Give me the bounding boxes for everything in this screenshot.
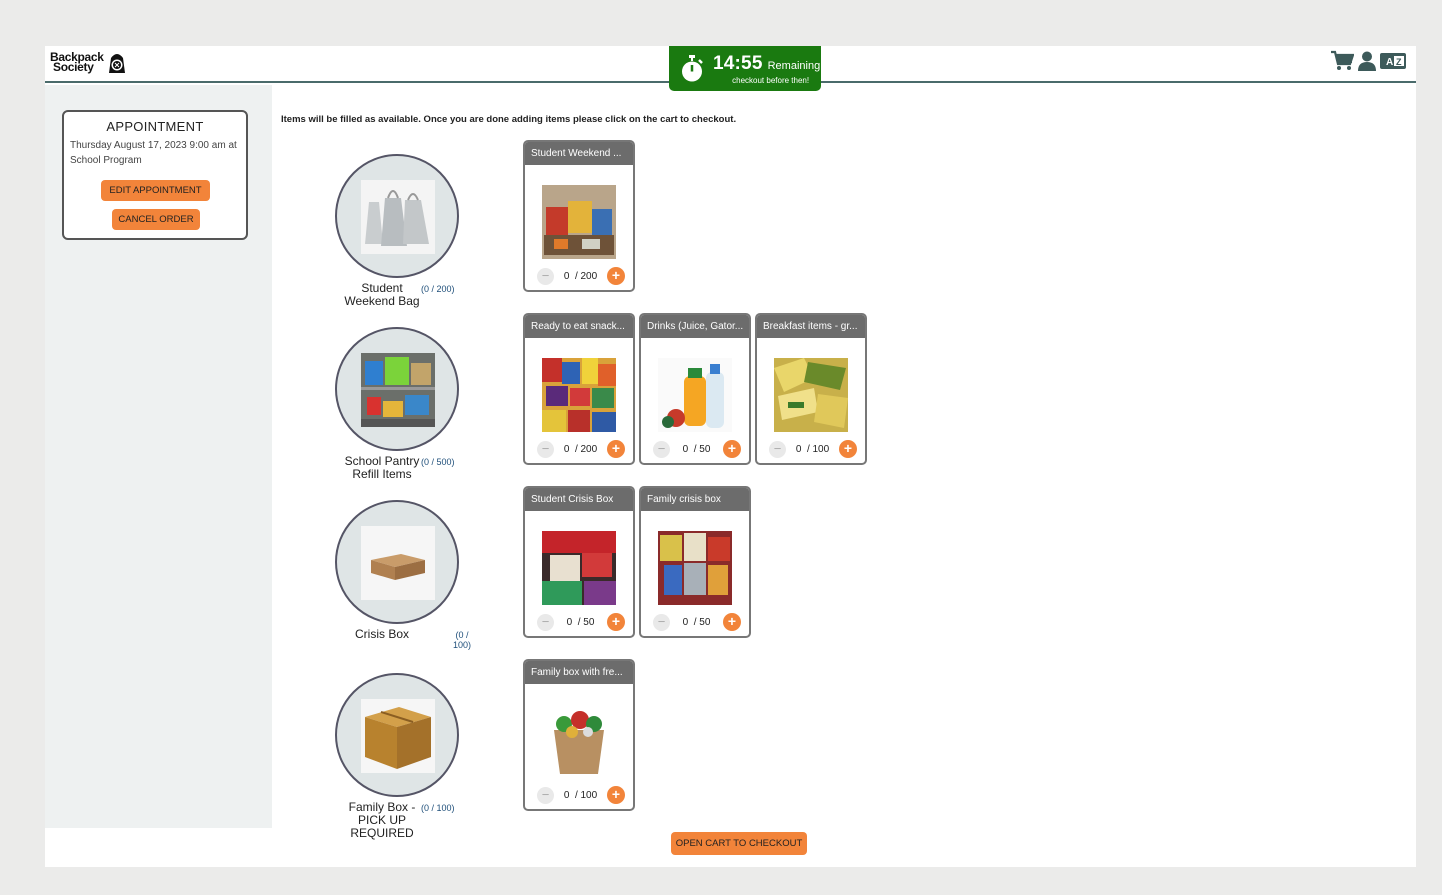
increment-button[interactable]: + bbox=[607, 440, 625, 458]
backpack-logo-icon bbox=[108, 54, 125, 73]
category-label: Student Weekend Bag bbox=[344, 281, 420, 308]
item-card[interactable]: Ready to eat snack... − 0 / 200 + bbox=[523, 313, 635, 465]
category-image[interactable] bbox=[335, 673, 459, 797]
category-count: (0 / 100) bbox=[453, 630, 472, 650]
item-card[interactable]: Student Weekend ... − 0 / 200 + bbox=[523, 140, 635, 292]
decrement-button[interactable]: − bbox=[769, 440, 786, 458]
svg-text:Z: Z bbox=[1396, 57, 1402, 67]
quantity-control: − 0 / 50 + bbox=[653, 613, 741, 631]
item-title: Family box with fre... bbox=[525, 661, 633, 684]
timer-subtitle: checkout before then! bbox=[732, 75, 810, 85]
decrement-button[interactable]: − bbox=[537, 267, 554, 285]
header-icons: A Z bbox=[1330, 50, 1406, 72]
decrement-button[interactable]: − bbox=[537, 440, 554, 458]
category-label: Family Box - PICK UP REQUIRED bbox=[348, 800, 416, 840]
increment-button[interactable]: + bbox=[723, 440, 741, 458]
increment-button[interactable]: + bbox=[839, 440, 857, 458]
item-image bbox=[542, 704, 616, 778]
logo-text: Backpack Society bbox=[50, 51, 104, 73]
decrement-button[interactable]: − bbox=[537, 786, 554, 804]
item-card[interactable]: Drinks (Juice, Gator... − 0 / 50 + bbox=[639, 313, 751, 465]
quantity-value: 0 / 50 bbox=[682, 443, 711, 455]
quantity-control: − 0 / 200 + bbox=[537, 267, 625, 285]
quantity-control: − 0 / 200 + bbox=[537, 440, 625, 458]
cart-icon bbox=[1331, 50, 1354, 70]
category-count: (0 / 500) bbox=[421, 457, 455, 467]
decrement-button[interactable]: − bbox=[653, 440, 670, 458]
quantity-value: 0 / 100 bbox=[563, 789, 598, 801]
category-count: (0 / 100) bbox=[421, 803, 455, 813]
item-title: Ready to eat snack... bbox=[525, 315, 633, 338]
increment-button[interactable]: + bbox=[723, 613, 741, 631]
category-label: School Pantry Refill Items bbox=[344, 454, 420, 481]
item-image bbox=[542, 531, 616, 605]
item-title: Student Weekend ... bbox=[525, 142, 633, 165]
category-image[interactable] bbox=[335, 500, 459, 624]
category-image[interactable] bbox=[335, 154, 459, 278]
category-count: (0 / 200) bbox=[421, 284, 455, 294]
increment-button[interactable]: + bbox=[607, 786, 625, 804]
countdown-timer: 14:55 Remaining checkout before then! bbox=[669, 46, 821, 91]
increment-button[interactable]: + bbox=[607, 613, 625, 631]
timer-remaining-label: Remaining bbox=[767, 59, 821, 72]
timer-time: 14:55 bbox=[713, 52, 763, 74]
quantity-value: 0 / 50 bbox=[566, 616, 595, 628]
user-icon bbox=[1358, 51, 1376, 71]
item-title: Student Crisis Box bbox=[525, 488, 633, 511]
quantity-control: − 0 / 100 + bbox=[769, 440, 857, 458]
item-title: Drinks (Juice, Gator... bbox=[641, 315, 749, 338]
translate-icon: A Z bbox=[1380, 53, 1406, 69]
item-image bbox=[542, 358, 616, 432]
open-cart-checkout-button[interactable]: OPEN CART TO CHECKOUT bbox=[671, 832, 807, 855]
app-window: Backpack Society 14:55 Remaining checkou… bbox=[45, 46, 1416, 867]
cardboard-box-image bbox=[361, 526, 435, 600]
item-image bbox=[542, 185, 616, 259]
cart-button[interactable] bbox=[1330, 50, 1354, 72]
quantity-value: 0 / 200 bbox=[563, 443, 598, 455]
increment-button[interactable]: + bbox=[607, 267, 625, 285]
shopping-bags-image bbox=[361, 180, 435, 254]
decrement-button[interactable]: − bbox=[537, 613, 554, 631]
quantity-control: − 0 / 100 + bbox=[537, 786, 625, 804]
svg-text:A: A bbox=[1386, 57, 1393, 68]
category-student-weekend-bag[interactable]: Student Weekend Bag (0 / 200) bbox=[325, 154, 471, 308]
item-title: Family crisis box bbox=[641, 488, 749, 511]
category-crisis-box[interactable]: Crisis Box (0 / 100) bbox=[325, 500, 471, 650]
item-card[interactable]: Breakfast items - gr... − 0 / 100 + bbox=[755, 313, 867, 465]
language-button[interactable]: A Z bbox=[1380, 53, 1406, 69]
stopwatch-icon bbox=[682, 54, 703, 81]
pantry-shelf-image bbox=[361, 353, 435, 427]
appointment-card: APPOINTMENT Thursday August 17, 2023 9:0… bbox=[62, 110, 248, 240]
top-bar: Backpack Society 14:55 Remaining checkou… bbox=[45, 46, 1416, 91]
account-button[interactable] bbox=[1358, 51, 1376, 71]
category-image[interactable] bbox=[335, 327, 459, 451]
item-image bbox=[658, 531, 732, 605]
item-card[interactable]: Family crisis box − 0 / 50 + bbox=[639, 486, 751, 638]
quantity-value: 0 / 50 bbox=[682, 616, 711, 628]
instructions-text: Items will be filled as available. Once … bbox=[281, 114, 737, 125]
category-school-pantry-refill[interactable]: School Pantry Refill Items (0 / 500) bbox=[325, 327, 471, 481]
logo[interactable]: Backpack Society bbox=[50, 50, 128, 74]
appointment-details: Thursday August 17, 2023 9:00 am at Scho… bbox=[70, 140, 237, 166]
brown-box-image bbox=[361, 699, 435, 773]
sidebar: APPOINTMENT Thursday August 17, 2023 9:0… bbox=[45, 85, 272, 828]
appointment-title: APPOINTMENT bbox=[106, 119, 204, 134]
quantity-control: − 0 / 50 + bbox=[537, 613, 625, 631]
quantity-value: 0 / 100 bbox=[795, 443, 830, 455]
item-image bbox=[658, 358, 732, 432]
item-title: Breakfast items - gr... bbox=[757, 315, 865, 338]
category-family-box[interactable]: Family Box - PICK UP REQUIRED (0 / 100) bbox=[325, 673, 471, 840]
timer-text: 14:55 Remaining checkout before then! bbox=[713, 53, 820, 85]
item-card[interactable]: Family box with fre... − 0 / 100 + bbox=[523, 659, 635, 811]
item-image bbox=[774, 358, 848, 432]
category-label: Crisis Box bbox=[354, 627, 409, 641]
quantity-control: − 0 / 50 + bbox=[653, 440, 741, 458]
item-card[interactable]: Student Crisis Box − 0 / 50 + bbox=[523, 486, 635, 638]
decrement-button[interactable]: − bbox=[653, 613, 670, 631]
quantity-value: 0 / 200 bbox=[563, 270, 598, 282]
edit-appointment-button[interactable]: EDIT APPOINTMENT bbox=[101, 180, 210, 201]
cancel-order-button[interactable]: CANCEL ORDER bbox=[112, 209, 200, 230]
